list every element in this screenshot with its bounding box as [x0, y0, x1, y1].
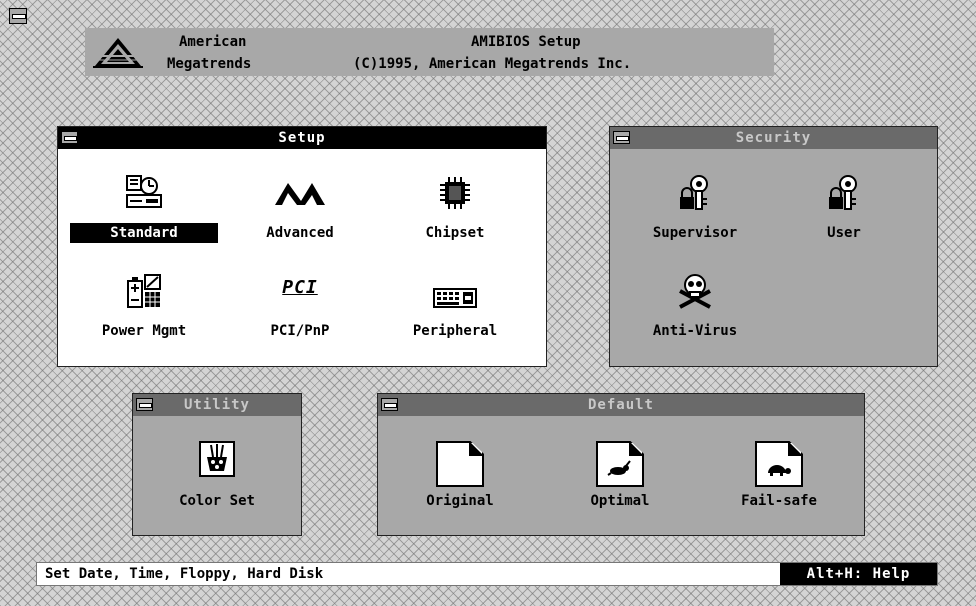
status-bar: Set Date, Time, Floppy, Hard Disk Alt+H:…: [36, 562, 938, 586]
pci-pnp-label: PCI/PnP: [270, 323, 330, 339]
security-control-menu-button[interactable]: [613, 131, 630, 144]
app-title: AMIBIOS Setup: [471, 34, 581, 50]
chipset-icon: [440, 177, 470, 209]
turtle-document-icon: [755, 441, 803, 487]
color-set-item[interactable]: Color Set: [143, 441, 291, 513]
ami-logo-icon: [91, 38, 145, 68]
fail-safe-item[interactable]: Fail-safe: [714, 441, 844, 513]
anti-virus-item[interactable]: Anti-Virus: [624, 273, 766, 345]
original-item[interactable]: Original: [404, 441, 516, 513]
company-name-line2: Megatrends: [167, 56, 252, 72]
chipset-item[interactable]: Chipset: [392, 175, 518, 247]
status-message: Set Date, Time, Floppy, Hard Disk: [45, 566, 324, 582]
user-item[interactable]: User: [794, 175, 894, 247]
utility-title: Utility: [183, 397, 250, 413]
user-label: User: [827, 225, 861, 241]
default-title: Default: [587, 397, 654, 413]
pci-icon: PCI: [282, 277, 318, 298]
default-window: Default Original Optimal Fail-safe: [377, 393, 865, 536]
standard-label: Standard: [70, 223, 218, 243]
default-titlebar[interactable]: Default: [378, 394, 864, 416]
supervisor-item[interactable]: Supervisor: [624, 175, 766, 247]
advanced-item[interactable]: Advanced: [238, 175, 362, 247]
header-bar: American Megatrends AMIBIOS Setup (C)199…: [85, 28, 774, 76]
utility-window: Utility Color Set: [132, 393, 302, 536]
security-title: Security: [735, 130, 812, 146]
supervisor-lock-key-icon: [680, 175, 708, 210]
advanced-label: Advanced: [266, 225, 334, 241]
original-label: Original: [426, 493, 494, 509]
skull-crossbones-icon: [679, 274, 711, 309]
fail-safe-label: Fail-safe: [741, 493, 817, 509]
security-titlebar[interactable]: Security: [610, 127, 937, 149]
company-name-line1: American: [179, 34, 247, 50]
copyright-text: (C)1995, American Megatrends Inc.: [353, 56, 632, 72]
standard-icon: [126, 175, 162, 208]
help-shortcut[interactable]: Alt+H: Help: [780, 563, 937, 585]
system-menu-button[interactable]: [9, 8, 27, 24]
standard-item[interactable]: Standard: [70, 175, 218, 247]
power-mgmt-label: Power Mgmt: [101, 323, 187, 339]
utility-control-menu-button[interactable]: [136, 398, 153, 411]
original-document-icon: [436, 441, 484, 487]
palette-icon: [199, 441, 235, 477]
optimal-item[interactable]: Optimal: [564, 441, 676, 513]
power-mgmt-item[interactable]: Power Mgmt: [70, 273, 218, 345]
peripheral-icon: [433, 288, 477, 308]
setup-title: Setup: [278, 130, 326, 146]
peripheral-label: Peripheral: [412, 323, 498, 339]
default-control-menu-button[interactable]: [381, 398, 398, 411]
setup-control-menu-button[interactable]: [61, 131, 78, 144]
security-window: Security Supervisor User Anti-Virus: [609, 126, 938, 367]
setup-window: Setup Standard Advanced Chipset Power Mg…: [57, 126, 547, 367]
color-set-label: Color Set: [179, 493, 255, 509]
pci-pnp-item[interactable]: PCI PCI/PnP: [238, 273, 362, 345]
utility-titlebar[interactable]: Utility: [133, 394, 301, 416]
rabbit-document-icon: [596, 441, 644, 487]
anti-virus-label: Anti-Virus: [652, 323, 738, 339]
user-lock-key-icon: [829, 175, 857, 210]
advanced-icon: [275, 183, 325, 205]
peripheral-item[interactable]: Peripheral: [392, 273, 518, 345]
chipset-label: Chipset: [425, 225, 485, 241]
supervisor-label: Supervisor: [652, 225, 738, 241]
power-mgmt-icon: [127, 274, 161, 308]
optimal-label: Optimal: [590, 493, 650, 509]
setup-titlebar[interactable]: Setup: [58, 127, 546, 149]
